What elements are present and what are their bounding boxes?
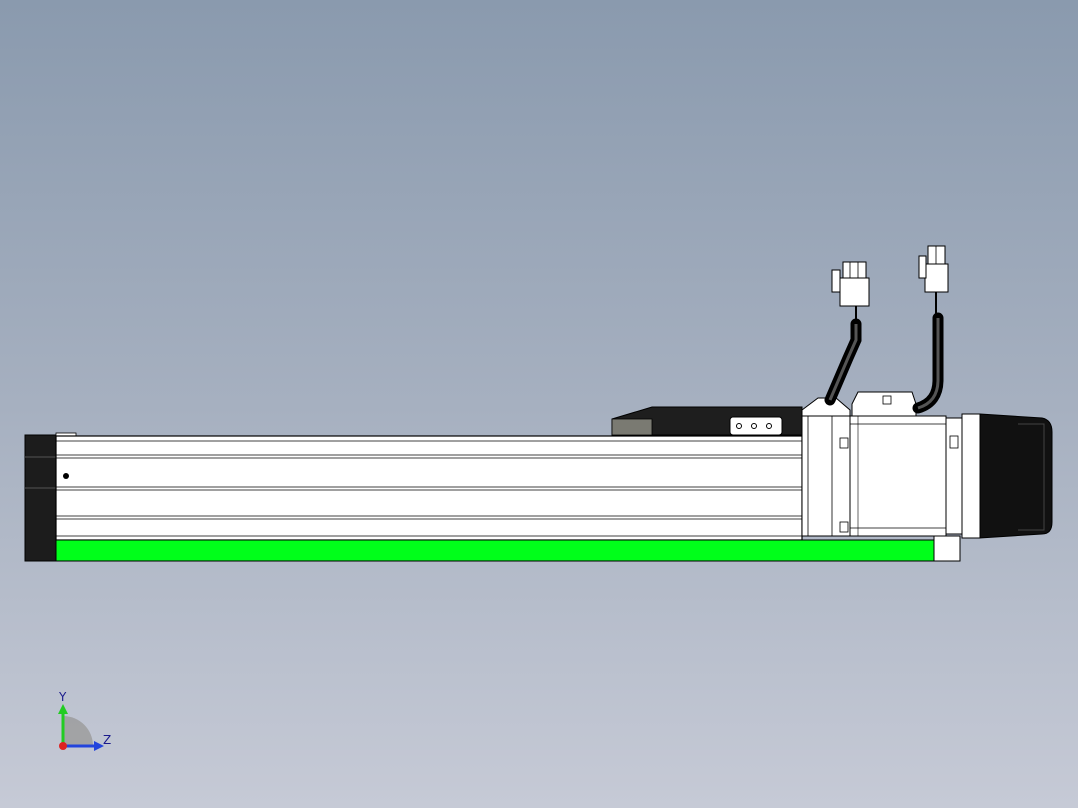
orientation-triad: Y Z bbox=[58, 690, 111, 751]
motor-cable-2[interactable] bbox=[912, 245, 949, 414]
screw-hole bbox=[63, 473, 69, 479]
motor-encoder-cover[interactable] bbox=[979, 413, 1053, 539]
rail-end-block[interactable] bbox=[933, 535, 961, 562]
linear-actuator-model[interactable] bbox=[24, 245, 1053, 562]
motor-adapter[interactable] bbox=[801, 397, 851, 537]
motor-cable-1[interactable] bbox=[824, 261, 870, 406]
model-view[interactable]: Y Z bbox=[0, 0, 1078, 808]
y-axis-arrowhead bbox=[58, 704, 68, 714]
cable-connector-2[interactable] bbox=[918, 245, 949, 293]
rail-profile[interactable] bbox=[55, 435, 803, 541]
servo-motor[interactable] bbox=[849, 391, 981, 539]
highlighted-face[interactable] bbox=[55, 539, 935, 562]
cable-connector-1[interactable] bbox=[831, 261, 870, 307]
carriage-block[interactable] bbox=[611, 406, 803, 436]
triad-plane bbox=[63, 716, 93, 746]
y-axis-label: Y bbox=[58, 690, 67, 704]
x-axis-origin bbox=[59, 742, 67, 750]
z-axis-label: Z bbox=[103, 733, 111, 747]
graphics-viewport[interactable]: Y Z bbox=[0, 0, 1078, 808]
